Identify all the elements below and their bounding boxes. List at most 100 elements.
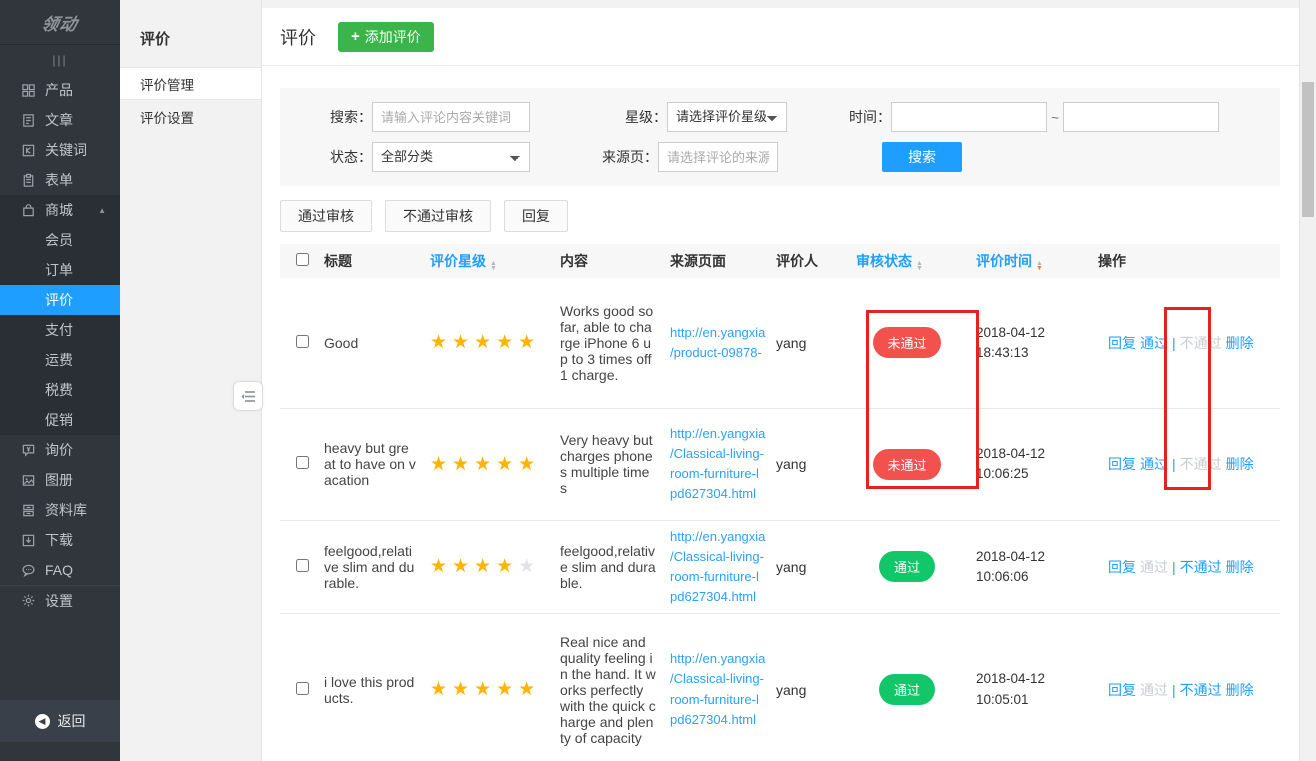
sidebar-item-form[interactable]: 表单 — [0, 165, 120, 195]
collapse-icon: ||| — [52, 53, 67, 67]
source-page-link[interactable]: http://en.yangxia /Classical-living- roo… — [670, 527, 770, 608]
logo-text: 领动 — [39, 10, 80, 35]
row-checkbox[interactable] — [296, 335, 309, 348]
source-page-link[interactable]: http://en.yangxia /Classical-living- roo… — [670, 649, 770, 730]
star-rating: ★★★★★ — [430, 454, 540, 475]
sort-arrows-icon: ▲▼ — [1036, 261, 1043, 271]
star-filter-label: 星级： — [615, 107, 667, 127]
column-header: 操作 — [1098, 244, 1280, 278]
sidebar-item-label: 商城 — [45, 200, 73, 220]
sidebar-item-keyword[interactable]: 关键词 — [0, 135, 120, 165]
reply-link[interactable]: 回复 — [1108, 335, 1136, 351]
reply-link[interactable]: 回复 — [1108, 682, 1136, 698]
delete-link[interactable]: 删除 — [1226, 559, 1254, 575]
mall-icon — [20, 202, 36, 218]
reviewer-name: yang — [776, 614, 856, 761]
sidebar-subitem[interactable]: 税费 — [0, 375, 120, 405]
sidebar-item-faq[interactable]: FAQ — [0, 555, 120, 585]
source-page-link[interactable]: http://en.yangxia /Classical-living- roo… — [670, 424, 770, 505]
review-time: 2018-04-12 18:43:13 — [976, 278, 1098, 408]
window-scrollbar[interactable] — [1299, 0, 1316, 761]
sidebar-item-article[interactable]: 文章 — [0, 105, 120, 135]
sidebar-subitem[interactable]: 促销 — [0, 405, 120, 435]
delete-link[interactable]: 删除 — [1226, 335, 1254, 351]
delete-link[interactable]: 删除 — [1226, 456, 1254, 472]
bulk-action-button[interactable]: 回复 — [504, 200, 568, 232]
sidebar-item-label: 产品 — [45, 80, 73, 100]
select-all-checkbox[interactable] — [296, 253, 309, 266]
sidebar-subitem-active[interactable]: 评价 — [0, 285, 120, 315]
submenu-toggle-button[interactable] — [233, 381, 263, 411]
table-row: i love this products.★★★★★Real nice and … — [280, 614, 1280, 761]
sidebar-item-settings[interactable]: 设置 — [0, 585, 120, 615]
column-header-sortable[interactable]: 审核状态▲▼ — [856, 244, 976, 278]
table-header-row: 标题评价星级▲▼内容来源页面评价人审核状态▲▼评价时间▲▼操作 — [280, 244, 1280, 278]
reply-link[interactable]: 回复 — [1108, 559, 1136, 575]
review-time: 2018-04-12 10:06:25 — [976, 408, 1098, 520]
status-filter-select[interactable]: 全部分类 — [372, 142, 530, 172]
column-header-sortable[interactable]: 评价时间▲▼ — [976, 244, 1098, 278]
column-header: 评价人 — [776, 244, 856, 278]
action-separator: | — [1172, 335, 1176, 351]
app-logo: 领动 — [0, 0, 120, 45]
status-badge: 未通过 — [873, 327, 940, 358]
sidebar-item-mall[interactable]: 商城▲ — [0, 195, 120, 225]
sidebar-subitem[interactable]: 会员 — [0, 225, 120, 255]
column-header: 内容 — [560, 244, 670, 278]
approve-link: 通过 — [1140, 559, 1168, 575]
action-separator: | — [1172, 682, 1176, 698]
status-badge: 未通过 — [873, 449, 940, 480]
search-submit-button[interactable]: 搜索 — [882, 142, 962, 172]
sidebar-collapse-button[interactable]: ||| — [0, 45, 120, 75]
bulk-action-button[interactable]: 通过审核 — [280, 200, 372, 232]
scrollbar-thumb[interactable] — [1302, 82, 1314, 217]
sidebar-item-grid[interactable]: 产品 — [0, 75, 120, 105]
sidebar-item-label: 下载 — [45, 530, 73, 550]
sidebar-subitem[interactable]: 运费 — [0, 345, 120, 375]
row-checkbox[interactable] — [296, 682, 309, 695]
star-rating: ★★★★★ — [430, 556, 540, 577]
star-filter-select[interactable]: 请选择评价星级 — [667, 102, 787, 132]
time-range-separator: ~ — [1047, 110, 1063, 125]
submenu-item-active[interactable]: 评价管理 — [120, 67, 261, 100]
reply-link[interactable]: 回复 — [1108, 456, 1136, 472]
time-from-input[interactable] — [891, 102, 1047, 132]
reject-link[interactable]: 不通过 — [1180, 559, 1222, 575]
approve-link[interactable]: 通过 — [1140, 335, 1168, 351]
source-page-input[interactable] — [658, 142, 778, 172]
sidebar-subitem[interactable]: 支付 — [0, 315, 120, 345]
time-to-input[interactable] — [1063, 102, 1219, 132]
sidebar-item-library[interactable]: 资料库 — [0, 495, 120, 525]
reject-link: 不通过 — [1180, 335, 1222, 351]
bulk-action-button[interactable]: 不通过审核 — [385, 200, 491, 232]
review-content: Works good so far, able to charge iPhone… — [560, 278, 670, 408]
row-checkbox[interactable] — [296, 559, 309, 572]
sidebar-subitem[interactable]: 订单 — [0, 255, 120, 285]
source-page-link[interactable]: http://en.yangxia /product-09878- — [670, 323, 770, 363]
app-window: 领动 ||| 产品文章关键词表单商城▲会员订单评价支付运费税费促销询价图册资料库… — [0, 0, 1316, 761]
status-badge: 通过 — [879, 674, 935, 705]
library-icon — [20, 502, 36, 518]
sidebar-item-inquiry[interactable]: 询价 — [0, 435, 120, 465]
sidebar-item-label: 资料库 — [45, 500, 87, 520]
back-button[interactable]: ◀ 返回 — [0, 700, 120, 742]
collapse-menu-icon — [241, 390, 256, 403]
back-label: 返回 — [58, 711, 86, 731]
search-input[interactable] — [372, 102, 530, 132]
sidebar-item-download[interactable]: 下载 — [0, 525, 120, 555]
column-header-sortable[interactable]: 评价星级▲▼ — [430, 244, 560, 278]
row-checkbox[interactable] — [296, 456, 309, 469]
submenu-item[interactable]: 评价设置 — [120, 100, 261, 133]
inquiry-icon — [20, 442, 36, 458]
reject-link[interactable]: 不通过 — [1180, 682, 1222, 698]
title-bar: 评价 + 添加评价 — [262, 8, 1316, 66]
sidebar-item-gallery[interactable]: 图册 — [0, 465, 120, 495]
approve-link[interactable]: 通过 — [1140, 456, 1168, 472]
bulk-actions-row: 通过审核不通过审核回复 — [280, 200, 1298, 232]
star-rating: ★★★★★ — [430, 679, 540, 700]
add-review-button[interactable]: + 添加评价 — [338, 22, 434, 52]
review-title: i love this products. — [324, 614, 430, 761]
download-icon — [20, 532, 36, 548]
delete-link[interactable]: 删除 — [1226, 682, 1254, 698]
status-badge: 通过 — [879, 551, 935, 582]
